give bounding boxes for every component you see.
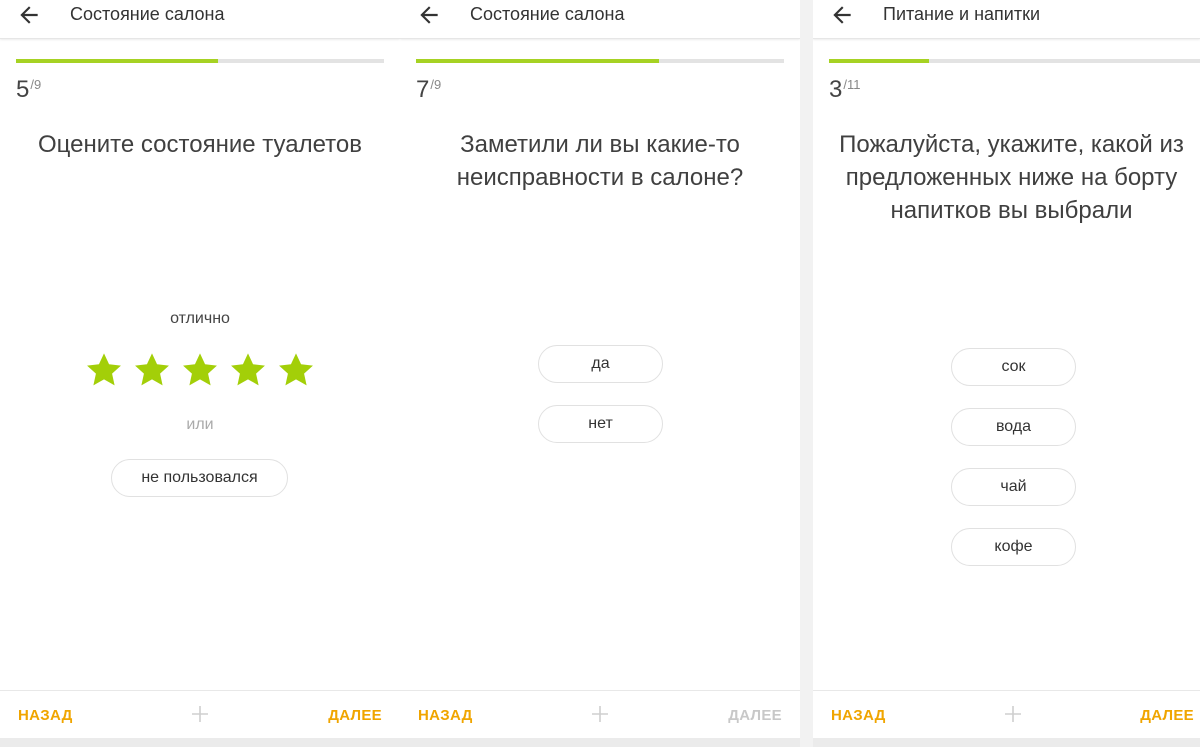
app-bar: Состояние салона	[0, 0, 400, 39]
question-counter: 5/9	[16, 76, 41, 104]
plus-icon[interactable]	[1003, 704, 1023, 724]
question-counter: 3/11	[829, 76, 860, 104]
counter-total: /9	[30, 77, 42, 92]
app-bar: Питание и напитки	[813, 0, 1200, 39]
footer-strip	[400, 738, 800, 747]
arrow-left-icon[interactable]	[416, 2, 442, 28]
back-button[interactable]: НАЗАД	[831, 707, 886, 724]
plus-icon[interactable]	[590, 704, 610, 724]
option-juice-button[interactable]: сок	[951, 348, 1076, 386]
or-label: или	[186, 416, 214, 433]
question-text: Оцените состояние туалетов	[38, 131, 362, 158]
option-yes-button[interactable]: да	[538, 345, 663, 383]
progress-bar	[16, 59, 384, 63]
question-counter: 7/9	[416, 76, 441, 104]
counter-total: /9	[430, 77, 442, 92]
back-button[interactable]: НАЗАД	[18, 707, 73, 724]
star-icon[interactable]	[229, 351, 267, 389]
bottom-bar: НАЗАД ДАЛЕЕ	[400, 690, 800, 739]
next-button[interactable]: ДАЛЕЕ	[728, 707, 782, 724]
option-coffee-button[interactable]: кофе	[951, 528, 1076, 566]
star-icon[interactable]	[277, 351, 315, 389]
screen-title: Состояние салона	[470, 4, 625, 24]
star-icon[interactable]	[181, 351, 219, 389]
counter-total: /11	[843, 77, 861, 92]
back-button[interactable]: НАЗАД	[418, 707, 473, 724]
option-tea-button[interactable]: чай	[951, 468, 1076, 506]
next-button[interactable]: ДАЛЕЕ	[1140, 707, 1194, 724]
survey-screen-faults: Состояние салона 7/9 Заметили ли вы каки…	[400, 0, 800, 747]
plus-icon[interactable]	[190, 704, 210, 724]
screen-title: Питание и напитки	[883, 4, 1041, 24]
counter-current: 7	[416, 76, 430, 103]
progress-bar	[416, 59, 784, 63]
survey-screen-drinks: Питание и напитки 3/11 Пожалуйста, укажи…	[813, 0, 1200, 747]
progress-fill	[16, 59, 219, 63]
progress-fill	[829, 59, 930, 63]
not-used-button[interactable]: не пользовался	[111, 459, 288, 497]
next-button[interactable]: ДАЛЕЕ	[328, 707, 382, 724]
star-rating[interactable]	[0, 351, 400, 394]
progress-fill	[416, 59, 659, 63]
option-water-button[interactable]: вода	[951, 408, 1076, 446]
screen-gap	[800, 0, 813, 747]
star-icon[interactable]	[85, 351, 123, 389]
footer-strip	[0, 738, 400, 747]
arrow-left-icon[interactable]	[829, 2, 855, 28]
survey-screen-toilets: Состояние салона 5/9 Оцените состояние т…	[0, 0, 400, 747]
progress-bar	[829, 59, 1200, 63]
bottom-bar: НАЗАД ДАЛЕЕ	[0, 690, 400, 739]
option-no-button[interactable]: нет	[538, 405, 663, 443]
question-text: Пожалуйста, укажите, какой из предложенн…	[839, 131, 1184, 224]
arrow-left-icon[interactable]	[16, 2, 42, 28]
bottom-bar: НАЗАД ДАЛЕЕ	[813, 690, 1200, 739]
counter-current: 5	[16, 76, 30, 103]
app-bar: Состояние салона	[400, 0, 800, 39]
star-icon[interactable]	[133, 351, 171, 389]
footer-strip	[813, 738, 1200, 747]
rating-label: отлично	[170, 310, 230, 327]
counter-current: 3	[829, 76, 843, 103]
question-text: Заметили ли вы какие-то неисправности в …	[456, 131, 744, 191]
screen-title: Состояние салона	[70, 4, 225, 24]
